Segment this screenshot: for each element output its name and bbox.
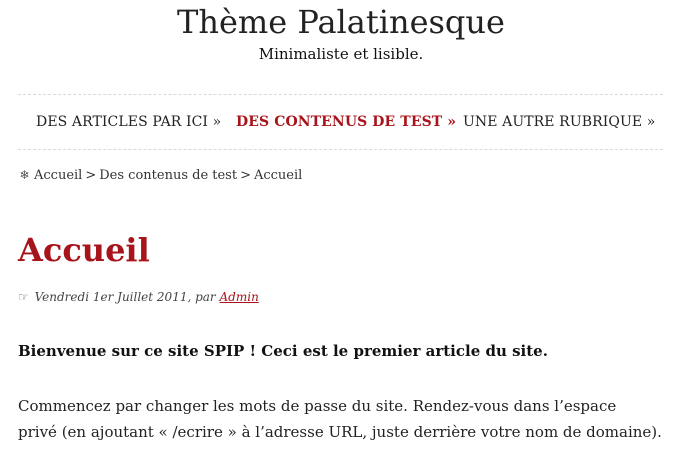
nav-divider-bottom: [18, 149, 663, 150]
article-paragraph: Commencez par changer les mots de passe …: [18, 393, 668, 445]
breadcrumb-current: Accueil: [253, 168, 303, 183]
pointing-hand-icon: ☞: [18, 290, 29, 304]
nav-item-autre-rubrique[interactable]: UNE AUTRE RUBRIQUE »: [463, 110, 655, 134]
page-title: Accueil: [18, 231, 150, 269]
site-tagline: Minimaliste et lisible.: [258, 45, 424, 63]
nav-divider-top: [18, 94, 663, 95]
breadcrumb: ❄ Accueil > Des contenus de test > Accueil: [18, 165, 302, 186]
breadcrumb-item-contenus-de-test[interactable]: Des contenus de test: [99, 168, 237, 183]
paragraph-line: Commencez par changer les mots de passe …: [18, 397, 617, 415]
author-link[interactable]: Admin: [220, 290, 259, 304]
site-title[interactable]: Thème Palatinesque: [0, 2, 682, 42]
nav-item-articles[interactable]: DES ARTICLES PAR ICI »: [36, 110, 221, 134]
nav-item-contenus-de-test[interactable]: DES CONTENUS DE TEST »: [236, 110, 456, 134]
snowflake-icon: ❄: [19, 168, 30, 182]
article-lead: Bienvenue sur ce site SPIP ! Ceci est le…: [18, 342, 548, 360]
main-nav: DES ARTICLES PAR ICI » DES CONTENUS DE T…: [18, 110, 663, 134]
article-date: Vendredi 1er Juillet 2011, par: [34, 290, 216, 304]
breadcrumb-item-accueil[interactable]: Accueil: [34, 168, 82, 183]
breadcrumb-separator: >: [85, 168, 97, 183]
article-meta: ☞ Vendredi 1er Juillet 2011, par Admin: [18, 287, 259, 307]
breadcrumb-separator: >: [240, 168, 251, 183]
paragraph-line: privé (en ajoutant « /ecrire » à l’adres…: [18, 423, 662, 441]
